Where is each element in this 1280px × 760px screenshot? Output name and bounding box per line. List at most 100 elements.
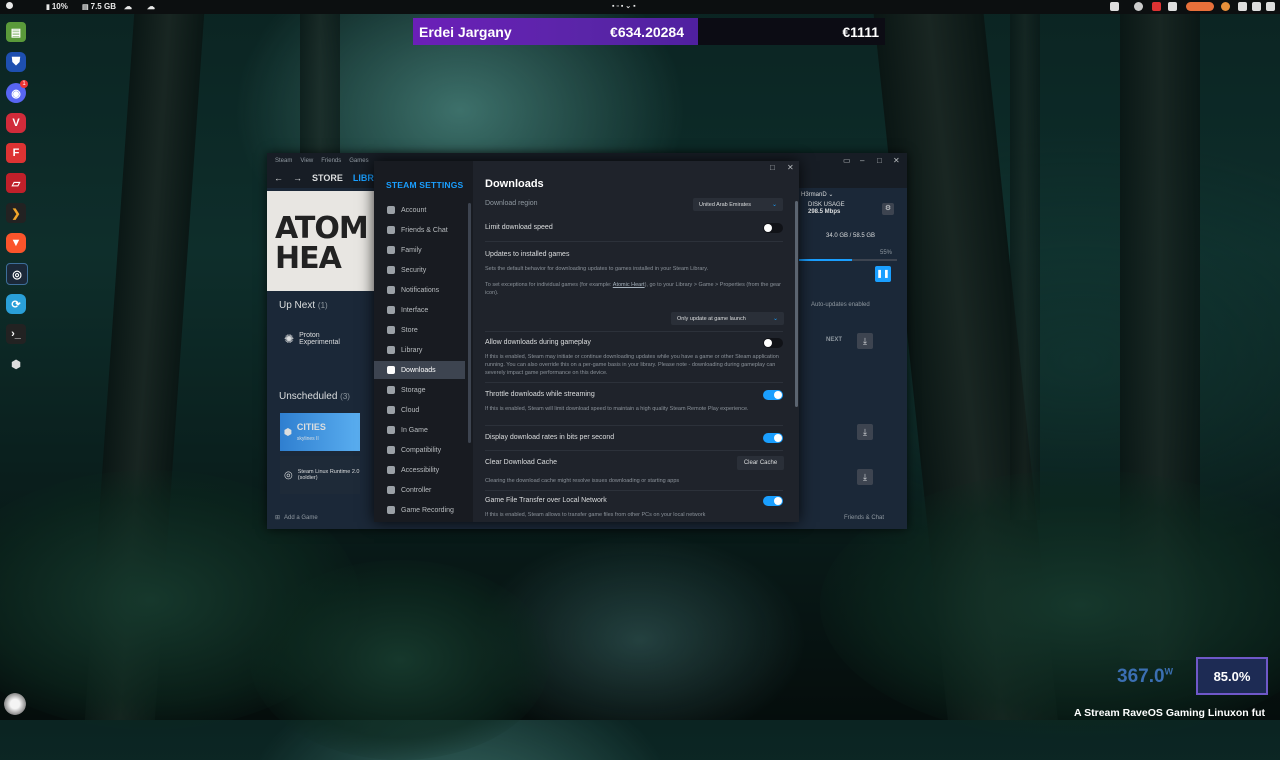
forward-arrow-icon[interactable]: → bbox=[293, 173, 302, 183]
cities-card[interactable]: ⬢ CITIES skylines II bbox=[280, 413, 360, 451]
close-icon[interactable]: ✕ bbox=[893, 156, 900, 165]
pause-icon[interactable]: ❚❚ bbox=[875, 266, 891, 282]
settings-nav-cloud[interactable]: Cloud bbox=[374, 401, 465, 419]
tab-store[interactable]: STORE bbox=[312, 173, 343, 183]
user-menu[interactable]: H3rmanD ⌄ bbox=[801, 191, 833, 198]
settings-nav-account[interactable]: Account bbox=[374, 201, 465, 219]
settings-nav-family[interactable]: Family bbox=[374, 241, 465, 259]
bits-toggle[interactable] bbox=[763, 433, 783, 443]
memory-indicator: ▤ 7.5 GB bbox=[82, 2, 116, 11]
throttle-desc: If this is enabled, Steam will limit dow… bbox=[485, 406, 749, 412]
clear-cache-label: Clear Download Cache bbox=[485, 459, 557, 466]
atomic-heart-link[interactable]: Atomic Heart bbox=[613, 282, 645, 288]
vivaldi-icon[interactable]: V bbox=[6, 113, 26, 133]
steam-tray-icon[interactable] bbox=[1134, 2, 1143, 11]
settings-nav-interface[interactable]: Interface bbox=[374, 301, 465, 319]
back-arrow-icon[interactable]: ← bbox=[274, 173, 283, 183]
network-icon[interactable] bbox=[1238, 2, 1247, 11]
steam-runtime-card[interactable]: ◎ Steam Linux Runtime 2.0 (soldier) bbox=[280, 456, 360, 494]
maximize-icon[interactable]: □ bbox=[877, 156, 882, 165]
library-download-stats: H3rmanD ⌄ DISK USAGE 298.5 Mbps ⚙ 34.0 G… bbox=[797, 188, 907, 529]
stream-ticker: A Stream RaveOS Gaming Linuxon fut bbox=[1074, 707, 1265, 719]
settings-nav-security[interactable]: Security bbox=[374, 261, 465, 279]
compatibility-icon bbox=[387, 446, 395, 454]
bitwarden-icon[interactable]: ⛊ bbox=[6, 52, 26, 72]
files-icon[interactable]: ▤ bbox=[6, 22, 26, 42]
menu-steam[interactable]: Steam bbox=[275, 158, 292, 164]
console-icon[interactable]: ›_ bbox=[6, 324, 26, 344]
settings-nav-store[interactable]: Store bbox=[374, 321, 465, 339]
throttle-toggle[interactable] bbox=[763, 390, 783, 400]
flatpak-icon[interactable]: F bbox=[6, 143, 26, 163]
battery-indicator: ▮ 10% bbox=[46, 2, 68, 11]
add-game-button[interactable]: ⊞ Add a Game bbox=[275, 514, 318, 522]
download-icon bbox=[387, 366, 395, 374]
settings-nav-friends-chat[interactable]: Friends & Chat bbox=[374, 221, 465, 239]
settings-nav-accessibility[interactable]: Accessibility bbox=[374, 461, 465, 479]
shield-tray-icon[interactable] bbox=[1168, 2, 1177, 11]
banner-right: €1111 bbox=[698, 18, 885, 45]
download-icon[interactable]: ⤓ bbox=[857, 333, 873, 349]
sync-icon[interactable]: ⟳ bbox=[6, 294, 26, 314]
cube-icon[interactable]: ⬢ bbox=[6, 354, 26, 374]
record-icon bbox=[387, 506, 395, 514]
limit-speed-label: Limit download speed bbox=[485, 224, 553, 231]
clock-area[interactable]: ▪ ▫ ▪ ⌄ ▪ bbox=[612, 2, 636, 10]
settings-nav-notifications[interactable]: Notifications bbox=[374, 281, 465, 299]
app-tray-icon[interactable] bbox=[1152, 2, 1161, 11]
raveos-logo-icon bbox=[4, 693, 26, 715]
cloud-icon[interactable]: ☁ bbox=[124, 2, 132, 11]
close-icon[interactable]: ✕ bbox=[787, 163, 794, 172]
menu-friends[interactable]: Friends bbox=[321, 158, 341, 164]
banner-total: €1111 bbox=[842, 23, 879, 40]
updates-select[interactable]: Only update at game launch ⌄ bbox=[671, 312, 784, 325]
download-icon[interactable]: ⤓ bbox=[857, 469, 873, 485]
volume-icon[interactable] bbox=[1252, 2, 1261, 11]
gamepad-icon bbox=[387, 426, 395, 434]
proton-card[interactable]: ✺ Proton Experimental bbox=[280, 320, 360, 358]
content-scrollbar[interactable] bbox=[795, 201, 798, 407]
updates-title: Updates to installed games bbox=[485, 251, 570, 258]
accessibility-icon bbox=[387, 466, 395, 474]
discord-badge: 1 bbox=[20, 80, 28, 88]
settings-nav-compatibility[interactable]: Compatibility bbox=[374, 441, 465, 459]
download-icon[interactable]: ⤓ bbox=[857, 424, 873, 440]
settings-nav-storage[interactable]: Storage bbox=[374, 381, 465, 399]
chevron-down-icon: ⌄ bbox=[772, 316, 778, 322]
menu-games[interactable]: Games bbox=[349, 158, 368, 164]
divider bbox=[485, 241, 783, 242]
allow-gameplay-toggle[interactable] bbox=[763, 338, 783, 348]
minimize-icon[interactable]: – bbox=[860, 156, 864, 165]
updates-tray-icon[interactable] bbox=[1186, 2, 1214, 11]
eject-icon[interactable] bbox=[1110, 2, 1119, 11]
clear-cache-button[interactable]: Clear Cache bbox=[737, 456, 784, 470]
limit-speed-toggle[interactable] bbox=[763, 223, 783, 233]
brave-icon[interactable]: ▼ bbox=[6, 233, 26, 253]
settings-nav-in-game[interactable]: In Game bbox=[374, 421, 465, 439]
atomic-heart-hero[interactable]: ATOM HEA bbox=[267, 191, 374, 291]
settings-nav-controller[interactable]: Controller bbox=[374, 481, 465, 499]
cloud-sync-icon[interactable]: ☁ bbox=[147, 2, 155, 11]
steam-icon[interactable]: ◎ bbox=[6, 263, 28, 285]
maximize-icon[interactable]: □ bbox=[770, 163, 775, 172]
banner-amount: €634.20284 bbox=[610, 23, 684, 40]
allow-gameplay-label: Allow downloads during gameplay bbox=[485, 339, 591, 346]
menu-view[interactable]: View bbox=[300, 158, 313, 164]
settings-gear-icon[interactable]: ⚙ bbox=[882, 203, 894, 215]
next-label: NEXT bbox=[826, 337, 843, 343]
divider bbox=[485, 425, 783, 426]
settings-nav-library[interactable]: Library bbox=[374, 341, 465, 359]
minimize-icon[interactable]: ▭ bbox=[843, 156, 851, 165]
settings-nav-downloads[interactable]: Downloads bbox=[374, 361, 465, 379]
sidebar-scrollbar[interactable] bbox=[468, 203, 471, 443]
terminal-arrow-icon[interactable]: ❯ bbox=[6, 203, 26, 223]
download-region-select[interactable]: United Arab Emirates ⌄ bbox=[693, 198, 783, 211]
game-transfer-toggle[interactable] bbox=[763, 496, 783, 506]
app-icon[interactable]: ▱ bbox=[6, 173, 26, 193]
settings-nav-game-recording[interactable]: Game Recording bbox=[374, 501, 465, 519]
divider bbox=[485, 382, 783, 383]
friends-chat-button[interactable]: Friends & Chat bbox=[844, 515, 884, 521]
mic-icon[interactable] bbox=[1221, 2, 1230, 11]
power-icon[interactable] bbox=[1266, 2, 1275, 11]
activities-icon[interactable] bbox=[6, 2, 13, 9]
